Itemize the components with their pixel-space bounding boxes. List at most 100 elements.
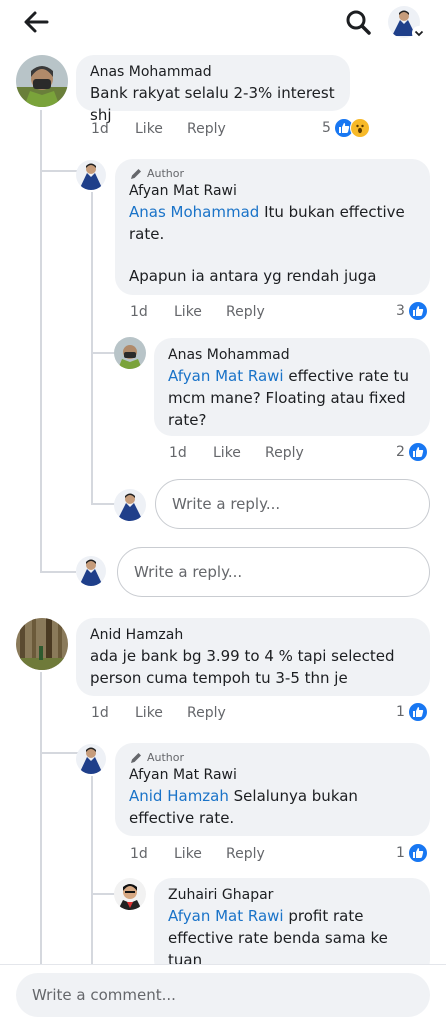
comment-time: 1d bbox=[91, 121, 109, 137]
thread-line bbox=[91, 503, 115, 505]
thread-line bbox=[91, 352, 115, 354]
mention-link[interactable]: Anas Mohammad bbox=[129, 203, 259, 221]
author-badge: Author bbox=[129, 167, 416, 181]
comment-text: ada je bank bg 3.99 to 4 % tapi selected bbox=[90, 647, 395, 665]
author-badge: Author bbox=[129, 751, 416, 765]
comment-time: 1d bbox=[169, 445, 187, 461]
wow-reaction-icon bbox=[349, 118, 370, 138]
comment-text: Anid Hamzah Selalunya bukan bbox=[129, 785, 416, 807]
comment-author[interactable]: Afyan Mat Rawi bbox=[129, 765, 416, 785]
like-reaction-icon bbox=[407, 301, 428, 321]
like-reaction-icon bbox=[407, 702, 428, 722]
comment-placeholder: Write a comment... bbox=[32, 986, 176, 1004]
avatar[interactable] bbox=[16, 55, 68, 107]
avatar bbox=[114, 489, 146, 521]
reply-input[interactable]: Write a reply... bbox=[117, 547, 430, 597]
author-tag-label: Author bbox=[147, 167, 185, 180]
reply-button[interactable]: Reply bbox=[187, 119, 226, 139]
profile-switcher[interactable] bbox=[388, 4, 428, 40]
reaction-count: 3 bbox=[396, 303, 405, 319]
thread-line bbox=[40, 672, 42, 964]
comment-time: 1d bbox=[91, 705, 109, 721]
avatar[interactable] bbox=[76, 744, 106, 774]
avatar[interactable] bbox=[114, 337, 146, 369]
comment-text: rate? bbox=[168, 411, 207, 429]
reaction-summary[interactable]: 2 bbox=[396, 441, 428, 463]
avatar bbox=[76, 556, 106, 586]
comment-text-part: Itu bukan effective bbox=[259, 203, 405, 221]
comment-author[interactable]: Anas Mohammad bbox=[90, 62, 336, 82]
comment-bubble: Anas Mohammad Bank rakyat selalu 2-3% in… bbox=[76, 55, 350, 124]
comment-actions: 1d Like Reply bbox=[169, 443, 369, 463]
reply-button[interactable]: Reply bbox=[265, 443, 304, 463]
comment-text: rate. bbox=[129, 225, 165, 243]
comment-text: Afyan Mat Rawi profit rate bbox=[168, 905, 416, 927]
mention-link[interactable]: Anid Hamzah bbox=[129, 787, 229, 805]
comment-text: effective rate benda sama ke bbox=[168, 929, 388, 947]
reply-bubble: Author Afyan Mat Rawi Anid Hamzah Selalu… bbox=[115, 743, 430, 836]
comment-time: 1d bbox=[130, 304, 148, 320]
thread-line bbox=[91, 776, 93, 964]
like-button[interactable]: Like bbox=[135, 119, 163, 139]
comment-text: Anas Mohammad Itu bukan effective bbox=[129, 201, 416, 223]
reply-input[interactable]: Write a reply... bbox=[155, 479, 430, 529]
comment-text: person cuma tempoh tu 3-5 thn je bbox=[90, 669, 348, 687]
like-button[interactable]: Like bbox=[135, 703, 163, 723]
search-button[interactable] bbox=[340, 4, 376, 40]
comment-time: 1d bbox=[130, 846, 148, 862]
reply-button[interactable]: Reply bbox=[226, 302, 265, 322]
comment-actions: 1d Like Reply bbox=[91, 119, 291, 139]
reply-placeholder: Write a reply... bbox=[172, 495, 281, 513]
chevron-down-icon bbox=[412, 26, 426, 40]
like-button[interactable]: Like bbox=[174, 302, 202, 322]
like-reaction-icon bbox=[407, 843, 428, 863]
pencil-icon bbox=[131, 169, 141, 179]
thread-line bbox=[91, 192, 93, 504]
pencil-icon bbox=[131, 753, 141, 763]
reaction-summary[interactable]: 3 bbox=[396, 300, 428, 322]
avatar[interactable] bbox=[114, 878, 146, 910]
reaction-count: 1 bbox=[396, 704, 405, 720]
reaction-count: 2 bbox=[396, 444, 405, 460]
mention-link[interactable]: Afyan Mat Rawi bbox=[168, 907, 284, 925]
comment-author[interactable]: Zuhairi Ghapar bbox=[168, 885, 416, 905]
arrow-left-icon bbox=[24, 11, 49, 33]
comment-composer-bar: Write a comment... bbox=[0, 964, 446, 1024]
comment-actions: 1d Like Reply bbox=[130, 844, 330, 864]
avatar[interactable] bbox=[16, 618, 68, 670]
like-button[interactable]: Like bbox=[174, 844, 202, 864]
comment-input[interactable]: Write a comment... bbox=[16, 973, 430, 1017]
thread-line bbox=[40, 170, 78, 172]
thread-line bbox=[91, 893, 115, 895]
comment-text-part: effective rate tu bbox=[283, 367, 409, 385]
reaction-summary[interactable]: 1 bbox=[396, 842, 428, 864]
thread-line bbox=[40, 571, 76, 573]
comment-actions: 1d Like Reply bbox=[91, 703, 291, 723]
comment-author[interactable]: Anid Hamzah bbox=[90, 625, 416, 645]
mention-link[interactable]: Afyan Mat Rawi bbox=[168, 367, 284, 385]
comment-text: Afyan Mat Rawi effective rate tu bbox=[168, 365, 416, 387]
comment-bubble: Anid Hamzah ada je bank bg 3.99 to 4 % t… bbox=[76, 618, 430, 696]
back-button[interactable] bbox=[18, 4, 54, 40]
reply-button[interactable]: Reply bbox=[226, 844, 265, 864]
reply-placeholder: Write a reply... bbox=[134, 563, 243, 581]
reply-bubble: Anas Mohammad Afyan Mat Rawi effective r… bbox=[154, 338, 430, 436]
comment-text-part: Selalunya bukan bbox=[228, 787, 358, 805]
reply-button[interactable]: Reply bbox=[187, 703, 226, 723]
comment-text: mcm mane? Floating atau fixed bbox=[168, 389, 406, 407]
avatar[interactable] bbox=[76, 160, 106, 190]
like-reaction-icon bbox=[407, 442, 428, 462]
like-button[interactable]: Like bbox=[213, 443, 241, 463]
reply-bubble: Author Afyan Mat Rawi Anas Mohammad Itu … bbox=[115, 159, 430, 295]
reaction-summary[interactable]: 5 bbox=[322, 117, 370, 139]
reply-bubble: Zuhairi Ghapar Afyan Mat Rawi profit rat… bbox=[154, 878, 430, 978]
reaction-summary[interactable]: 1 bbox=[396, 701, 428, 723]
thread-line bbox=[40, 110, 42, 572]
comment-author[interactable]: Anas Mohammad bbox=[168, 345, 416, 365]
comment-text: effective rate. bbox=[129, 809, 235, 827]
reaction-count: 1 bbox=[396, 845, 405, 861]
comment-text: Apapun ia antara yg rendah juga bbox=[129, 267, 377, 285]
comment-actions: 1d Like Reply bbox=[130, 302, 330, 322]
comment-author[interactable]: Afyan Mat Rawi bbox=[129, 181, 416, 201]
